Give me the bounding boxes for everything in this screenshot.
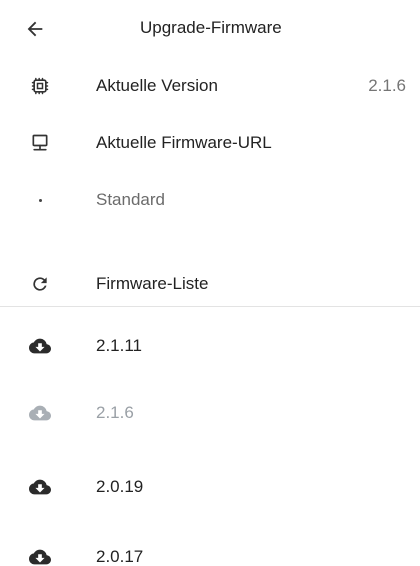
firmware-version: 2.1.11: [96, 336, 143, 355]
page-title: Upgrade-Firmware: [140, 18, 282, 37]
firmware-list-header[interactable]: Firmware-Liste: [0, 256, 420, 312]
app-bar: Upgrade-Firmware: [0, 0, 420, 58]
arrow-back-icon: [27, 21, 43, 37]
back-button[interactable]: [20, 14, 50, 44]
cloud-download-icon: [28, 334, 52, 358]
current-version-row: Aktuelle Version 2.1.6: [0, 58, 420, 114]
firmware-item[interactable]: 2.0.19: [0, 459, 420, 515]
refresh-icon[interactable]: [28, 272, 52, 296]
chip-icon: [28, 74, 52, 98]
current-version-value: 2.1.6: [368, 76, 406, 95]
monitor-icon: [28, 131, 52, 155]
firmware-list-label: Firmware-Liste: [96, 274, 209, 293]
firmware-version: 2.1.6: [96, 403, 134, 422]
url-option-row[interactable]: Standard: [0, 172, 420, 228]
firmware-url-row[interactable]: Aktuelle Firmware-URL: [0, 115, 420, 171]
upgrade-firmware-screen: Upgrade-Firmware Aktuelle Version 2.1.6 …: [0, 0, 420, 566]
firmware-url-label: Aktuelle Firmware-URL: [96, 133, 272, 152]
cloud-download-icon: [28, 475, 52, 499]
cloud-download-icon: [28, 401, 52, 425]
dot-icon: [28, 188, 52, 212]
section-divider: [0, 306, 420, 307]
firmware-version: 2.0.17: [96, 547, 144, 566]
firmware-version: 2.0.19: [96, 477, 144, 496]
current-version-label: Aktuelle Version: [96, 76, 218, 95]
url-option-label: Standard: [96, 190, 165, 209]
firmware-item[interactable]: 2.0.17: [0, 529, 420, 566]
firmware-item[interactable]: 2.1.11: [0, 318, 420, 374]
cloud-download-icon: [28, 545, 52, 566]
firmware-item[interactable]: 2.1.6: [0, 385, 420, 441]
